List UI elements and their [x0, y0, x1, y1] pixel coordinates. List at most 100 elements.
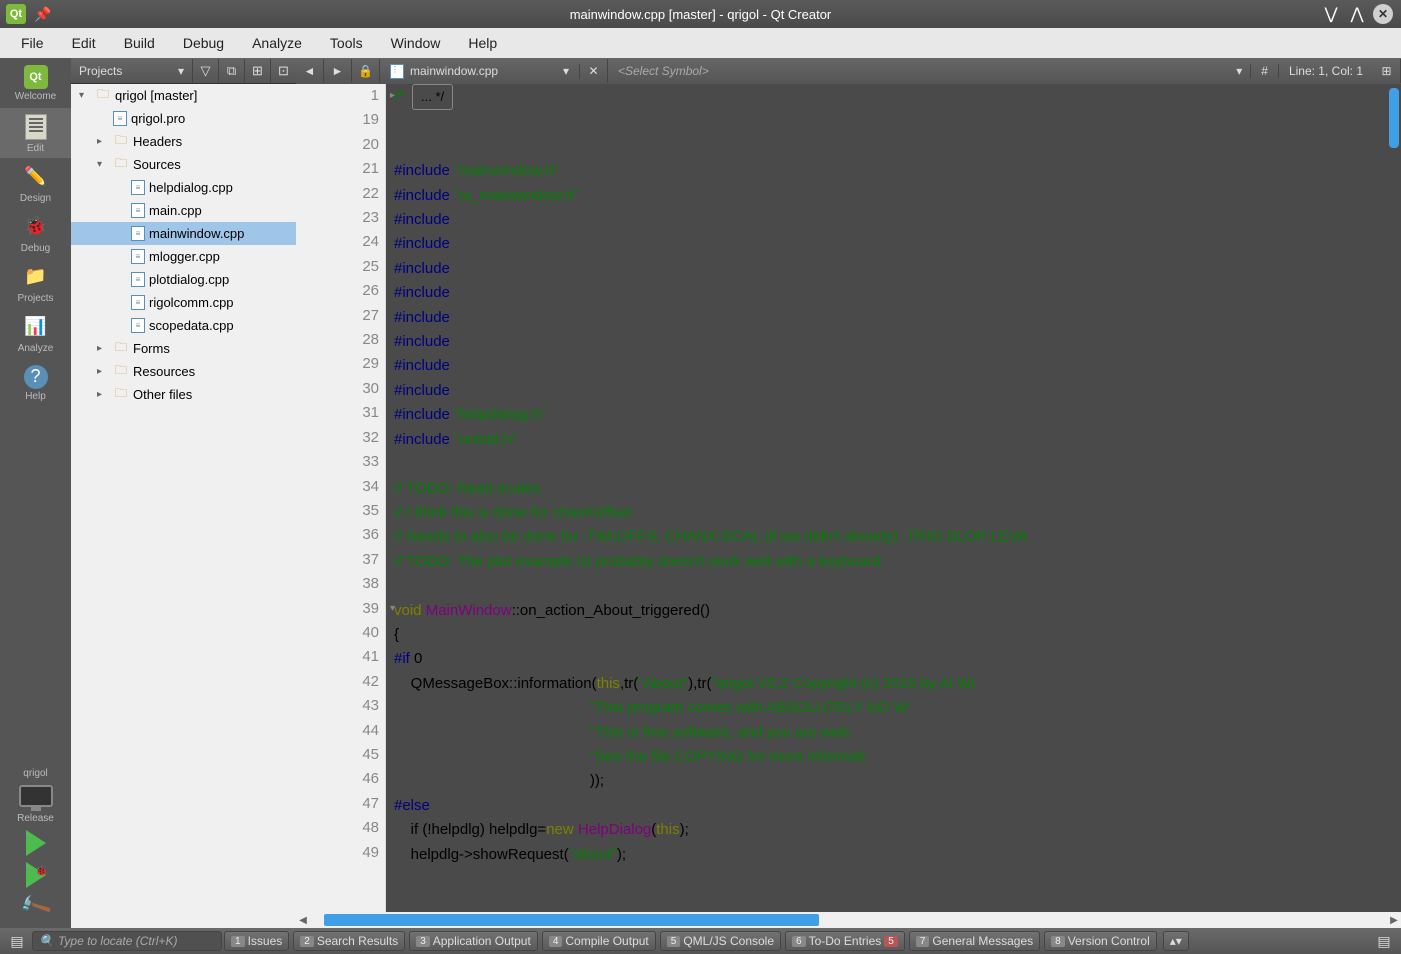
folder-icon: 🗀	[113, 364, 129, 380]
nav-back-button[interactable]: ◄	[296, 59, 324, 83]
debug-run-button[interactable]	[26, 862, 46, 888]
menu-file[interactable]: File	[8, 31, 57, 55]
code-body[interactable]: /*... */ #include "mainwindow.h"#include…	[386, 84, 1401, 912]
symbol-combo[interactable]: <Select Symbol>	[608, 64, 1236, 78]
menu-analyze[interactable]: Analyze	[239, 31, 315, 55]
toggle-right-sidebar[interactable]: ▤	[1371, 933, 1397, 950]
file-combo[interactable]: ⋮ mainwindow.cpp ▾	[380, 64, 580, 79]
maximize-button[interactable]: ⋀	[1347, 4, 1367, 24]
nav-forward-button[interactable]: ►	[324, 59, 352, 83]
cpp-file-icon: ≡	[131, 249, 145, 264]
tree-row[interactable]: ▸🗀Other files	[71, 383, 296, 406]
tree-arrow-icon[interactable]: ▸	[97, 366, 109, 377]
mode-projects[interactable]: 📁 Projects	[0, 258, 71, 308]
target-selector[interactable]	[19, 785, 53, 807]
folder-icon: 🗀	[113, 341, 129, 357]
locator-placeholder: Type to locate (Ctrl+K)	[58, 934, 177, 948]
mode-edit[interactable]: Edit	[0, 108, 71, 158]
run-button[interactable]	[26, 830, 46, 856]
cpp-file-icon: ≡	[131, 318, 145, 333]
minimize-button[interactable]: ⋁	[1321, 4, 1341, 24]
search-icon: 🔍	[39, 934, 54, 948]
scroll-thumb[interactable]	[324, 914, 819, 926]
output-panel-button[interactable]: 5QML/JS Console	[660, 931, 781, 951]
tree-arrow-icon[interactable]: ▾	[97, 159, 109, 170]
tree-label: rigolcomm.cpp	[149, 295, 234, 310]
cursor-status: Line: 1, Col: 1	[1278, 64, 1373, 78]
tree-label: scopedata.cpp	[149, 318, 234, 333]
bottombar: ▤ 🔍 Type to locate (Ctrl+K) 1Issues2Sear…	[0, 928, 1401, 954]
menu-help[interactable]: Help	[455, 31, 510, 55]
mode-welcome[interactable]: Qt Welcome	[0, 58, 71, 108]
mode-design[interactable]: ✏️ Design	[0, 158, 71, 208]
tree-row[interactable]: ≡helpdialog.cpp	[71, 176, 296, 199]
projects-combo[interactable]: Projects ▾	[71, 64, 192, 78]
mode-help[interactable]: ? Help	[0, 358, 71, 408]
horizontal-scrollbar[interactable]: ◀ ▶	[296, 912, 1401, 928]
split-button[interactable]: ⊞	[244, 59, 270, 83]
menu-window[interactable]: Window	[378, 31, 454, 55]
scroll-left-icon[interactable]: ◀	[296, 915, 310, 926]
titlebar: Qt 📌 mainwindow.cpp [master] - qrigol - …	[0, 0, 1401, 28]
mode-label: Analyze	[18, 343, 54, 354]
tree-row[interactable]: ▸🗀Forms	[71, 337, 296, 360]
folder-icon: 🗀	[113, 134, 129, 150]
tree-row[interactable]: ▾🗀Sources	[71, 153, 296, 176]
cpp-file-icon: ≡	[131, 272, 145, 287]
tree-row[interactable]: ≡plotdialog.cpp	[71, 268, 296, 291]
tree-label: qrigol [master]	[115, 88, 197, 103]
vertical-scrollbar[interactable]	[1389, 88, 1399, 148]
tree-row[interactable]: ≡rigolcomm.cpp	[71, 291, 296, 314]
line-gutter: 1▸19202122232425262728293031323334353637…	[296, 84, 386, 912]
tree-row[interactable]: ≡main.cpp	[71, 199, 296, 222]
output-panel-button[interactable]: 2Search Results	[293, 931, 405, 951]
output-panel-button[interactable]: 6To-Do Entries5	[785, 931, 905, 951]
output-panel-button[interactable]: 4Compile Output	[542, 931, 656, 951]
locator-input[interactable]: 🔍 Type to locate (Ctrl+K)	[32, 931, 222, 951]
tree-row[interactable]: ≡qrigol.pro	[71, 107, 296, 130]
tree-row[interactable]: ▸🗀Headers	[71, 130, 296, 153]
filter-button[interactable]: ▽	[192, 59, 218, 83]
close-file-button[interactable]: ✕	[580, 59, 608, 83]
tree-arrow-icon[interactable]: ▸	[97, 389, 109, 400]
projects-toolbar: Projects ▾ ▽ ⧉ ⊞ ⊡	[71, 58, 296, 84]
toggle-left-sidebar[interactable]: ▤	[4, 933, 30, 950]
tree-row[interactable]: ▾🗀qrigol [master]	[71, 84, 296, 107]
tree-row[interactable]: ≡mlogger.cpp	[71, 245, 296, 268]
tree-row[interactable]: ▸🗀Resources	[71, 360, 296, 383]
mode-debug[interactable]: 🐞 Debug	[0, 208, 71, 258]
mode-label: Design	[20, 193, 51, 204]
tree-arrow-icon[interactable]: ▸	[97, 343, 109, 354]
menu-edit[interactable]: Edit	[59, 31, 109, 55]
panel-menu-button[interactable]: ▴▾	[1163, 931, 1189, 951]
mode-analyze[interactable]: 📊 Analyze	[0, 308, 71, 358]
output-panel-button[interactable]: 8Version Control	[1044, 931, 1157, 951]
close-button[interactable]: ✕	[1373, 4, 1393, 24]
chevron-down-icon: ▾	[1236, 64, 1242, 78]
app-logo: Qt	[6, 4, 26, 24]
pin-icon[interactable]: 📌	[34, 6, 51, 23]
project-tree[interactable]: ▾🗀qrigol [master]≡qrigol.pro▸🗀Headers▾🗀S…	[71, 84, 296, 928]
tree-arrow-icon[interactable]: ▸	[97, 136, 109, 147]
mode-label: Welcome	[15, 91, 57, 102]
output-panel-button[interactable]: 3Application Output	[409, 931, 538, 951]
edit-icon	[25, 114, 47, 140]
output-panel-button[interactable]: 1Issues	[224, 931, 289, 951]
scroll-right-icon[interactable]: ▶	[1387, 915, 1401, 926]
menu-build[interactable]: Build	[111, 31, 168, 55]
status-hash: #	[1250, 64, 1278, 78]
menu-tools[interactable]: Tools	[317, 31, 376, 55]
output-panel-button[interactable]: 7General Messages	[909, 931, 1040, 951]
menu-debug[interactable]: Debug	[170, 31, 237, 55]
tree-row[interactable]: ≡mainwindow.cpp	[71, 222, 296, 245]
tree-row[interactable]: ≡ scopedata.cpp	[71, 314, 296, 337]
build-button[interactable]: 🔨	[17, 889, 54, 925]
editor-toolbar: ◄ ► 🔒 ⋮ mainwindow.cpp ▾ ✕ <Select Symbo…	[296, 58, 1401, 84]
split-editor-button[interactable]: ⊞	[1373, 59, 1401, 83]
code-editor[interactable]: 1▸19202122232425262728293031323334353637…	[296, 84, 1401, 928]
tree-arrow-icon[interactable]: ▾	[79, 90, 91, 101]
close-pane-button[interactable]: ⊡	[270, 59, 296, 83]
window-title: mainwindow.cpp [master] - qrigol - Qt Cr…	[570, 7, 832, 22]
link-button[interactable]: ⧉	[218, 59, 244, 83]
lock-icon[interactable]: 🔒	[352, 59, 380, 83]
